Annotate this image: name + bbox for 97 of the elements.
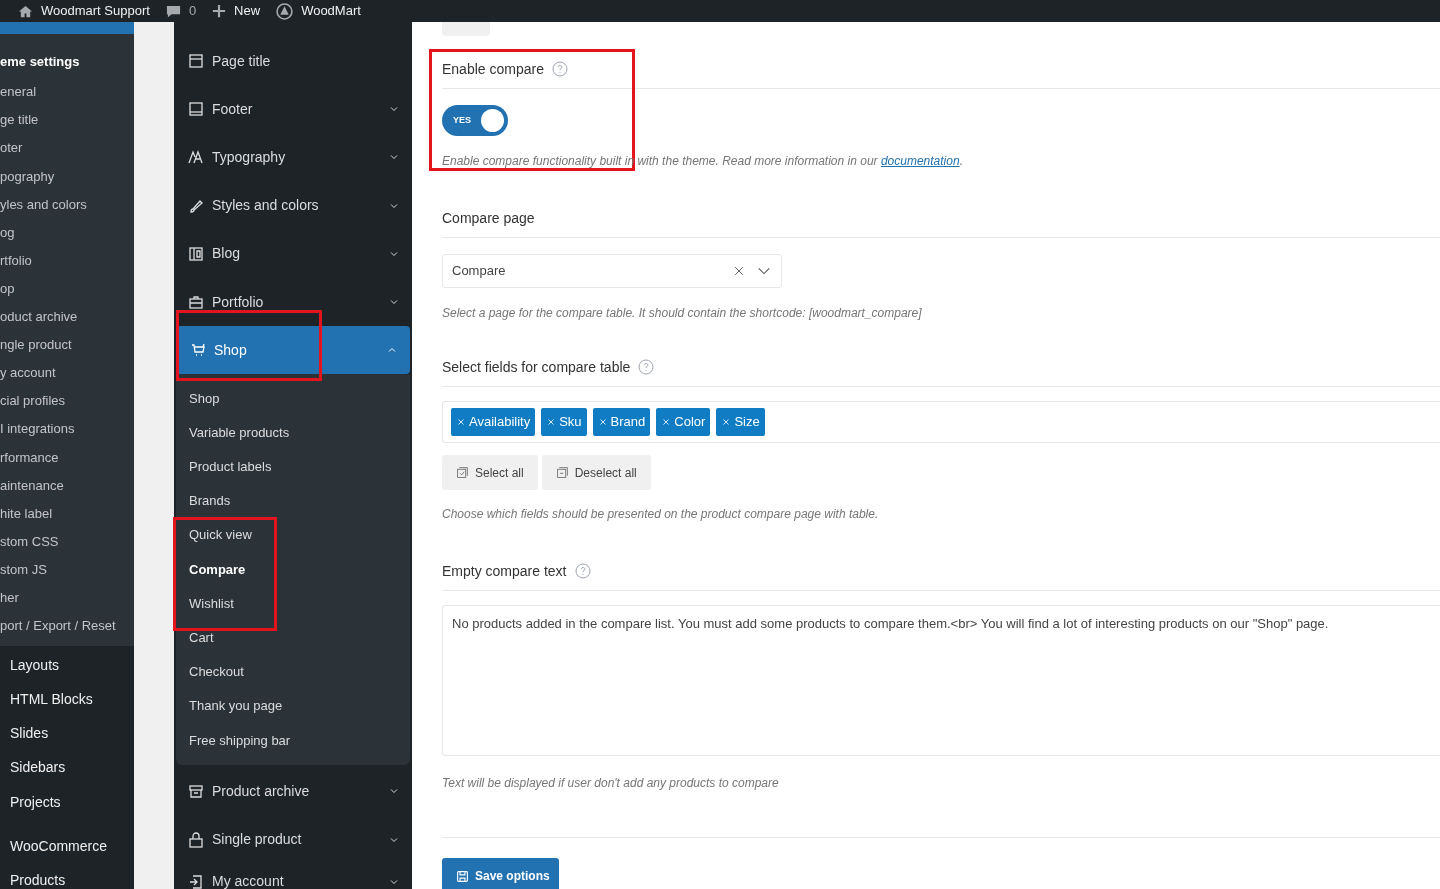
tag-chip[interactable]: Brand [592, 408, 651, 436]
submenu-item[interactable]: Cart [176, 620, 410, 655]
submenu-item[interactable]: aintenance [0, 471, 134, 500]
help-icon [638, 359, 655, 375]
submenu-item[interactable]: eneral [0, 78, 134, 107]
submenu-item[interactable]: cial profiles [0, 387, 134, 416]
nav-item[interactable]: Styles and colors [174, 181, 412, 230]
remove-icon [546, 417, 557, 427]
site-link[interactable]: Woodmart Support [41, 1, 150, 21]
submenu-title[interactable]: eme settings [0, 46, 134, 78]
submenu-item[interactable]: I integrations [0, 415, 134, 444]
submenu-item[interactable]: ge title [0, 106, 134, 135]
submenu-item[interactable]: port / Export / Reset [0, 611, 134, 640]
submenu-item[interactable]: rtfolio [0, 246, 134, 275]
checkbox-icon [456, 466, 469, 479]
archive-icon [188, 783, 204, 800]
remove-icon [721, 417, 732, 427]
tag-chip[interactable]: Color [656, 408, 711, 436]
remove-icon [597, 417, 608, 427]
field-hint: Text will be displayed if user don't add any products to compare [442, 775, 780, 792]
submenu-item[interactable]: stom CSS [0, 527, 134, 556]
menu-item[interactable]: Slides [0, 716, 134, 751]
submenu-item[interactable]: her [0, 583, 134, 612]
submenu-item[interactable]: yles and colors [0, 190, 134, 219]
theme-link[interactable]: WoodMart [301, 1, 361, 21]
field-hint: Choose which fields should be presented on the product compare page with table. [442, 506, 880, 523]
briefcase-icon [188, 294, 204, 311]
home-icon [18, 3, 33, 19]
submenu-item[interactable]: hite label [0, 499, 134, 528]
documentation-link[interactable]: documentation [880, 154, 960, 168]
submenu-item[interactable]: Shop [176, 381, 410, 416]
submenu-item[interactable]: Product labels [176, 449, 410, 484]
comment-icon [165, 3, 181, 19]
submenu-item[interactable]: oduct archive [0, 302, 134, 331]
help-icon [551, 61, 568, 77]
submenu-item[interactable]: rformance [0, 443, 134, 472]
submenu-item[interactable]: oter [0, 134, 134, 163]
tag-chip[interactable]: Size [716, 408, 765, 436]
toggle-switch[interactable]: YES [442, 105, 508, 136]
book-icon [188, 245, 204, 262]
submenu-item[interactable]: og [0, 218, 134, 247]
minus-box-icon [555, 466, 569, 479]
submenu-item[interactable]: stom JS [0, 555, 134, 584]
field-label: Select fields for compare table [442, 357, 631, 377]
submenu-item[interactable]: Checkout [176, 654, 410, 689]
submenu-item[interactable]: y account [0, 358, 134, 388]
submenu-item[interactable]: Compare [176, 552, 410, 587]
nav-item[interactable]: Portfolio [174, 277, 412, 327]
logo-icon [276, 2, 294, 20]
footer-icon [188, 101, 204, 118]
login-icon [188, 873, 204, 889]
menu-item[interactable]: Projects [0, 785, 134, 820]
page-select[interactable]: Compare [442, 254, 782, 288]
tag-field[interactable]: Availability Sku Brand Color Size [442, 401, 1440, 443]
submenu-item[interactable]: Quick view [176, 518, 410, 553]
page-icon [188, 53, 204, 70]
nav-item[interactable]: Product archive [174, 767, 412, 816]
nav-item[interactable]: Footer [174, 85, 412, 134]
nav-item[interactable]: Blog [174, 229, 412, 278]
typography-icon [188, 149, 204, 166]
submenu-item[interactable]: op [0, 274, 134, 303]
menu-item[interactable]: WooCommerce [0, 829, 134, 864]
field-label: Compare page [442, 208, 535, 228]
help-icon [574, 563, 591, 579]
submenu-item[interactable]: pography [0, 162, 134, 191]
plus-icon [212, 4, 227, 18]
nav-item[interactable]: Page title [174, 37, 412, 86]
save-icon [456, 869, 469, 883]
select-button[interactable]: Deselect all [541, 455, 651, 490]
tag-chip[interactable]: Availability [451, 408, 536, 436]
field-label: Empty compare text [442, 561, 567, 581]
menu-item[interactable]: HTML Blocks [0, 682, 134, 717]
tab-button[interactable] [442, 22, 490, 36]
nav-item[interactable]: Typography [174, 133, 412, 182]
bag-icon [188, 831, 204, 848]
field-hint: Select a page for the compare table. It should contain the shortcode: [woodmart_compare] [442, 305, 923, 322]
menu-item[interactable]: Sidebars [0, 750, 134, 786]
remove-icon [456, 417, 466, 427]
clear-icon [733, 265, 745, 277]
save-button[interactable]: Save options [442, 858, 559, 889]
text-area[interactable]: No products added in the compare list. You must add some products to compare them.<br> You will find a lot of interesting products on our "Shop" page. [442, 605, 1440, 756]
submenu-item[interactable]: Free shipping bar [176, 723, 410, 758]
submenu-item[interactable]: Wishlist [176, 586, 410, 621]
comment-count: 0 [188, 2, 197, 21]
tag-chip[interactable]: Sku [541, 408, 587, 436]
menu-item[interactable]: Products [0, 863, 134, 889]
new-link[interactable]: New [234, 1, 261, 21]
submenu-item[interactable]: Brands [176, 483, 410, 519]
select-button[interactable]: Select all [442, 455, 538, 490]
remove-icon [661, 417, 672, 427]
field-label: Enable compare [442, 59, 544, 79]
submenu-item[interactable]: ngle product [0, 330, 134, 359]
submenu-item[interactable]: Thank you page [176, 689, 410, 724]
cart-icon [190, 342, 206, 359]
submenu-item[interactable]: Variable products [176, 415, 410, 450]
nav-item[interactable]: Shop [176, 326, 410, 375]
menu-item[interactable]: Layouts [0, 647, 134, 683]
